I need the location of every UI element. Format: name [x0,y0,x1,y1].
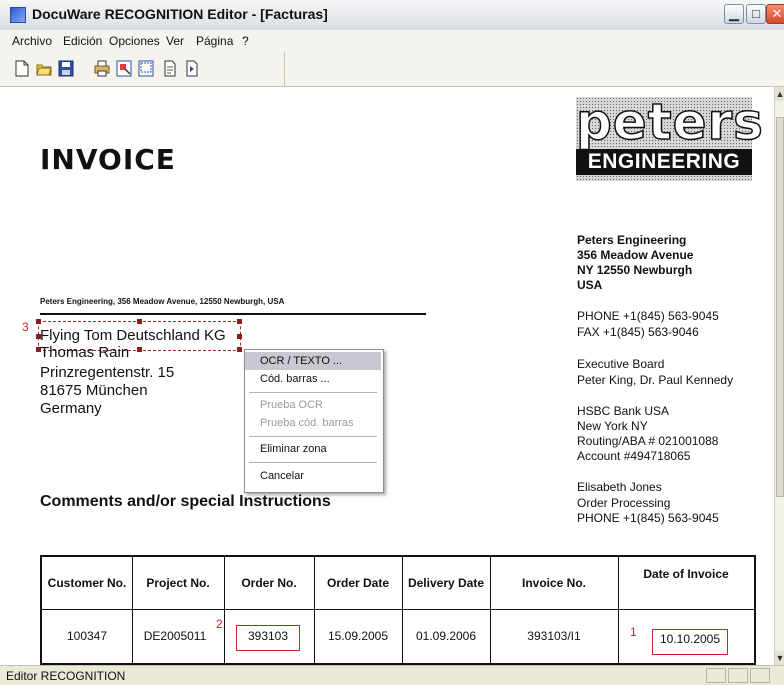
cell-invoice-no: 393103/I1 [527,629,581,643]
document-canvas[interactable]: peters ENGINEERING INVOICE Peters Engine… [0,87,774,665]
menu-pagina[interactable]: Página [196,34,233,48]
col-header-customer-no: Customer No. [47,576,127,590]
scroll-thumb[interactable] [776,117,784,497]
menu-item-prueba-ocr[interactable]: Prueba OCR [245,396,381,414]
company-info-line: Peters Engineering [577,233,687,247]
recipient-company: Flying Tom Deutschland KG [40,327,226,344]
company-info-line: PHONE +1(845) 563-9045 [577,309,719,323]
invoice-title: INVOICE [40,143,176,176]
toolbar [0,52,784,87]
company-info-line: FAX +1(845) 563-9046 [577,325,699,339]
recipient-contact: Thomas Rain [40,344,130,361]
table-grid-line [224,557,225,663]
company-info-line: PHONE +1(845) 563-9045 [577,511,719,525]
cell-delivery-date: 01.09.2006 [415,629,477,643]
company-info-line: 356 Meadow Avenue [577,248,694,262]
menu-opciones[interactable]: Opciones [109,34,160,48]
col-header-order-date: Order Date [326,576,390,590]
cell-customer-no: 100347 [66,629,108,643]
menu-archivo[interactable]: Archivo [12,34,52,48]
company-info-line: NY 12550 Newburgh [577,263,693,277]
close-button[interactable]: ✕ [766,4,784,24]
col-header-date-of-invoice: Date of Invoice [643,567,729,581]
menu-item-eliminar-zona[interactable]: Eliminar zona [245,440,381,458]
scroll-up-arrow-icon[interactable]: ▲ [775,87,784,101]
company-info-line: Account #494718065 [577,449,691,463]
company-info-line: New York NY [577,419,648,433]
toolbar-separator [284,52,285,86]
company-logo: peters ENGINEERING [575,92,764,181]
status-bar: Editor RECOGNITION [0,665,784,685]
menu-item-ocr-texto[interactable]: OCR / TEXTO ... [245,352,381,370]
menu-item-codigo-barras[interactable]: Cód. barras ... [245,370,381,388]
status-text: Editor RECOGNITION [6,669,126,683]
menu-help[interactable]: ? [242,34,249,48]
menu-edicion[interactable]: Edición [63,34,102,48]
cell-order-no: 393103 [247,629,289,643]
logo-top-text: peters [575,92,764,152]
menu-bar: Archivo Edición Opciones Ver Página ? [0,30,784,53]
company-info-line: HSBC Bank USA [577,404,670,418]
col-header-project-no: Project No. [146,576,210,590]
menu-separator [249,436,377,437]
zone-handle-top-left[interactable] [36,319,41,324]
maximize-button[interactable]: □ [746,4,766,24]
save-icon[interactable] [58,60,74,77]
col-header-delivery-date: Delivery Date [407,576,485,590]
zone-marker-1: 1 [630,625,637,639]
status-panel [728,668,748,683]
zone-handle-middle-right[interactable] [237,334,242,339]
zone-handle-top-middle[interactable] [137,319,142,324]
zone-select-icon[interactable] [116,60,132,77]
company-info-line: Executive Board [577,357,665,371]
col-header-order-no: Order No. [241,576,297,590]
status-panel [750,668,770,683]
minimize-button[interactable]: ▁ [724,4,744,24]
company-info-line: Elisabeth Jones [577,480,662,494]
context-menu: OCR / TEXTO ... Cód. barras ... Prueba O… [244,349,384,493]
cell-project-no: DE2005011 [143,629,207,643]
zone-marker-2: 2 [216,617,223,631]
zone-handle-top-right[interactable] [237,319,242,324]
menu-item-cancelar[interactable]: Cancelar [245,467,381,485]
open-folder-icon[interactable] [36,60,52,77]
table-grid-line [618,557,619,663]
status-panel [706,668,726,683]
next-page-icon[interactable] [184,60,200,77]
print-icon[interactable] [94,60,110,77]
recipient-country: Germany [40,400,102,417]
cell-order-date: 15.09.2005 [327,629,389,643]
address-divider [40,313,426,315]
menu-ver[interactable]: Ver [166,34,184,48]
company-info-line: Peter King, Dr. Paul Kennedy [577,373,734,387]
cell-date-of-invoice: 10.10.2005 [659,632,721,646]
sender-address-line: Peters Engineering, 356 Meadow Avenue, 1… [40,297,285,306]
menu-item-prueba-codigo-barras[interactable]: Prueba cód. barras [245,414,381,432]
menu-separator [249,392,377,393]
new-document-icon[interactable] [14,60,30,77]
page-icon[interactable] [162,60,178,77]
vertical-scrollbar[interactable]: ▲ ▼ [774,87,784,665]
menu-separator [249,462,377,463]
recipient-street: Prinzregentenstr. 15 [40,364,175,381]
zone-handle-bottom-middle[interactable] [137,347,142,352]
col-header-invoice-no: Invoice No. [521,576,586,590]
zone-frame-icon[interactable] [138,60,154,77]
company-info-line: Order Processing [577,496,671,510]
app-icon [10,7,26,23]
zone-marker-3: 3 [22,320,29,334]
invoice-table: Customer No. Project No. Order No. Order… [40,555,756,665]
title-bar[interactable]: DocuWare RECOGNITION Editor - [Facturas]… [0,0,784,31]
zone-handle-bottom-right[interactable] [237,347,242,352]
recipient-city: 81675 München [40,382,148,399]
company-info-line: USA [577,278,603,292]
logo-bottom-text: ENGINEERING [576,149,752,175]
company-info-line: Routing/ABA # 021001088 [577,434,719,448]
comments-heading: Comments and/or special Instructions [40,493,331,510]
scroll-down-arrow-icon[interactable]: ▼ [775,651,784,665]
window-title: DocuWare RECOGNITION Editor - [Facturas] [32,6,328,22]
